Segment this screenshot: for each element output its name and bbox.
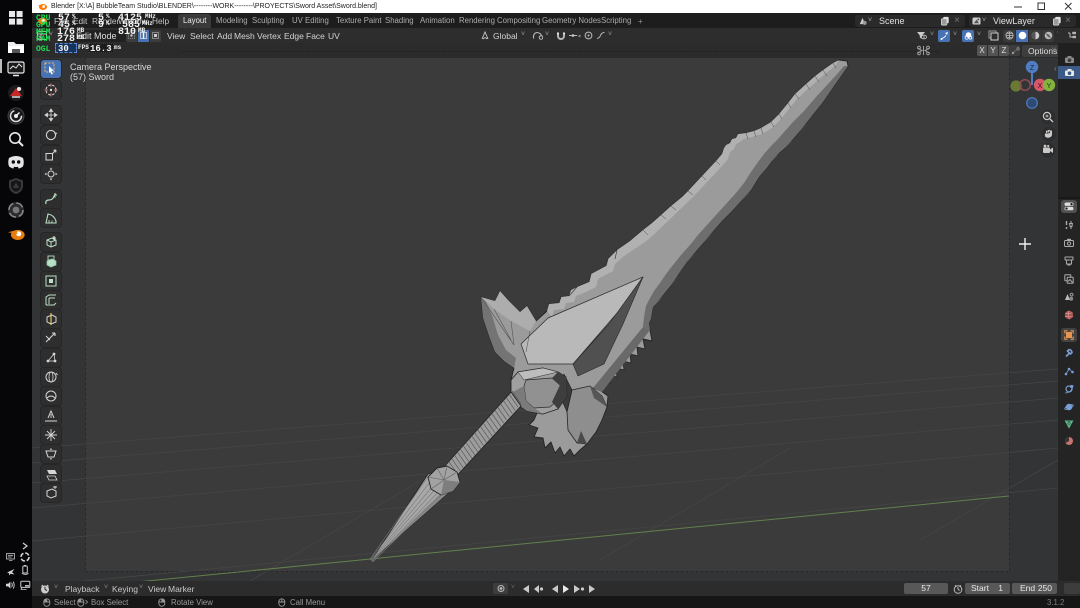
svg-text:X: X [1038, 83, 1043, 90]
svg-text:Z: Z [1030, 65, 1035, 72]
svg-text:Y: Y [1047, 83, 1052, 90]
